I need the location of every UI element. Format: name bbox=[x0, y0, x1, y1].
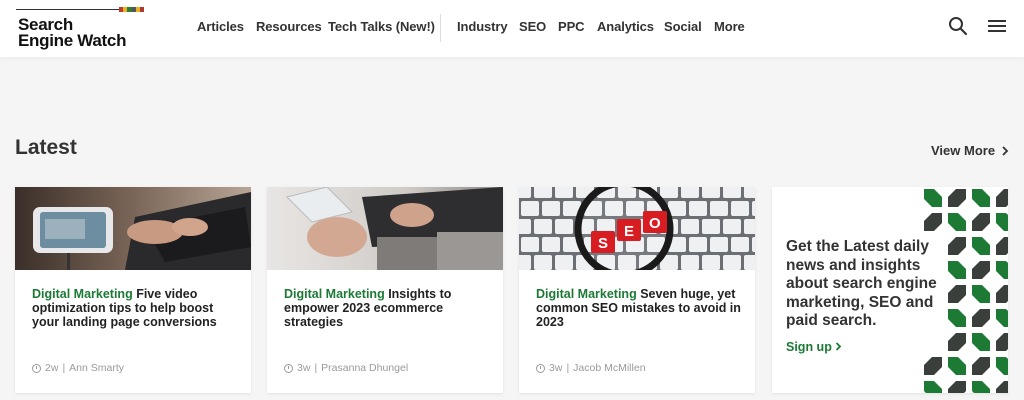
nav-tech-talks[interactable]: Tech Talks (New!) bbox=[328, 19, 435, 34]
pattern-shape bbox=[972, 237, 990, 255]
pattern-shape bbox=[972, 381, 990, 393]
site-logo[interactable]: Search Engine Watch bbox=[16, 7, 145, 51]
article-category[interactable]: Digital Marketing bbox=[32, 287, 133, 301]
search-icon[interactable] bbox=[947, 15, 969, 37]
article-age: 3w bbox=[549, 362, 563, 374]
logo-color-bars bbox=[119, 7, 145, 12]
pattern-shape bbox=[972, 309, 990, 327]
article-card[interactable]: S E O Digital Marketing Seven huge, yet … bbox=[519, 187, 755, 393]
article-thumbnail-credit-card[interactable] bbox=[267, 187, 503, 270]
meta-separator: | bbox=[314, 362, 318, 374]
pattern-shape bbox=[972, 213, 990, 231]
svg-text:O: O bbox=[649, 215, 661, 232]
logo-color-bar bbox=[139, 7, 145, 12]
pattern-shape bbox=[924, 357, 942, 375]
article-author[interactable]: Ann Smarty bbox=[69, 362, 124, 374]
promo-text: Get the Latest daily news and insights a… bbox=[786, 238, 937, 329]
nav-seo[interactable]: SEO bbox=[519, 19, 546, 34]
newsletter-promo: Get the Latest daily news and insights a… bbox=[772, 187, 1008, 393]
pattern-shape bbox=[972, 333, 990, 351]
nav-analytics[interactable]: Analytics bbox=[597, 19, 654, 34]
site-header: Search Engine Watch Articles Resources T… bbox=[0, 0, 1024, 57]
article-headline[interactable]: Digital Marketing Seven huge, yet common… bbox=[536, 287, 746, 329]
view-more-link[interactable]: View More bbox=[931, 143, 1009, 158]
pattern-shape bbox=[948, 309, 966, 327]
nav-social[interactable]: Social bbox=[664, 19, 702, 34]
article-meta: 3w | Jacob McMillen bbox=[536, 362, 646, 374]
pattern-shape bbox=[996, 213, 1008, 231]
pattern-shape bbox=[948, 381, 966, 393]
menu-icon[interactable] bbox=[986, 15, 1008, 37]
pattern-shape bbox=[948, 333, 966, 351]
pattern-shape bbox=[996, 189, 1008, 207]
pattern-shape bbox=[972, 189, 990, 207]
pattern-shape bbox=[924, 189, 942, 207]
article-headline[interactable]: Digital Marketing Insights to empower 20… bbox=[284, 287, 494, 329]
pattern-shape bbox=[924, 213, 942, 231]
pattern-shape bbox=[948, 261, 966, 279]
pattern-shape bbox=[996, 309, 1008, 327]
pattern-shape bbox=[996, 333, 1008, 351]
pattern-shape bbox=[996, 237, 1008, 255]
nav-industry[interactable]: Industry bbox=[457, 19, 508, 34]
article-age: 2w bbox=[45, 362, 59, 374]
article-category[interactable]: Digital Marketing bbox=[284, 287, 385, 301]
sign-up-link[interactable]: Sign up bbox=[786, 340, 842, 354]
pattern-shape bbox=[972, 261, 990, 279]
clock-icon bbox=[32, 363, 41, 373]
article-meta: 3w | Prasanna Dhungel bbox=[284, 362, 408, 374]
pattern-shape bbox=[948, 357, 966, 375]
view-more-label: View More bbox=[931, 143, 996, 158]
pattern-shape bbox=[972, 285, 990, 303]
sign-up-label: Sign up bbox=[786, 340, 832, 354]
pattern-shape bbox=[948, 189, 966, 207]
meta-separator: | bbox=[566, 362, 570, 374]
nav-articles[interactable]: Articles bbox=[197, 19, 244, 34]
article-meta: 2w | Ann Smarty bbox=[32, 362, 124, 374]
clock-icon bbox=[536, 363, 545, 373]
logo-line-2: Engine Watch bbox=[18, 31, 127, 50]
svg-text:E: E bbox=[624, 223, 634, 240]
pattern-shape bbox=[948, 213, 966, 231]
article-card[interactable]: Digital Marketing Insights to empower 20… bbox=[267, 187, 503, 393]
article-author[interactable]: Prasanna Dhungel bbox=[321, 362, 408, 374]
article-card[interactable]: Digital Marketing Five video optimizatio… bbox=[15, 187, 251, 393]
article-author[interactable]: Jacob McMillen bbox=[573, 362, 645, 374]
chevron-right-icon bbox=[836, 342, 842, 351]
article-thumbnail-phone-video[interactable] bbox=[15, 187, 251, 270]
article-age: 3w bbox=[297, 362, 311, 374]
article-thumbnail-seo-keyboard[interactable]: S E O bbox=[519, 187, 755, 270]
chevron-right-icon bbox=[1002, 145, 1009, 156]
nav-resources[interactable]: Resources bbox=[256, 19, 322, 34]
clock-icon bbox=[284, 363, 293, 373]
pattern-shape bbox=[924, 381, 942, 393]
section-title-latest: Latest bbox=[15, 136, 77, 159]
pattern-shape bbox=[996, 261, 1008, 279]
article-category[interactable]: Digital Marketing bbox=[536, 287, 637, 301]
pattern-shape bbox=[972, 357, 990, 375]
nav-more[interactable]: More bbox=[714, 19, 745, 34]
pattern-shape bbox=[996, 381, 1008, 393]
logo-rule bbox=[16, 9, 119, 10]
pattern-shape bbox=[996, 357, 1008, 375]
nav-ppc[interactable]: PPC bbox=[558, 19, 585, 34]
pattern-shape bbox=[948, 285, 966, 303]
nav-divider bbox=[440, 14, 441, 42]
pattern-shape bbox=[948, 237, 966, 255]
article-headline[interactable]: Digital Marketing Five video optimizatio… bbox=[32, 287, 242, 329]
svg-text:S: S bbox=[598, 235, 608, 252]
pattern-shape bbox=[996, 285, 1008, 303]
meta-separator: | bbox=[62, 362, 66, 374]
